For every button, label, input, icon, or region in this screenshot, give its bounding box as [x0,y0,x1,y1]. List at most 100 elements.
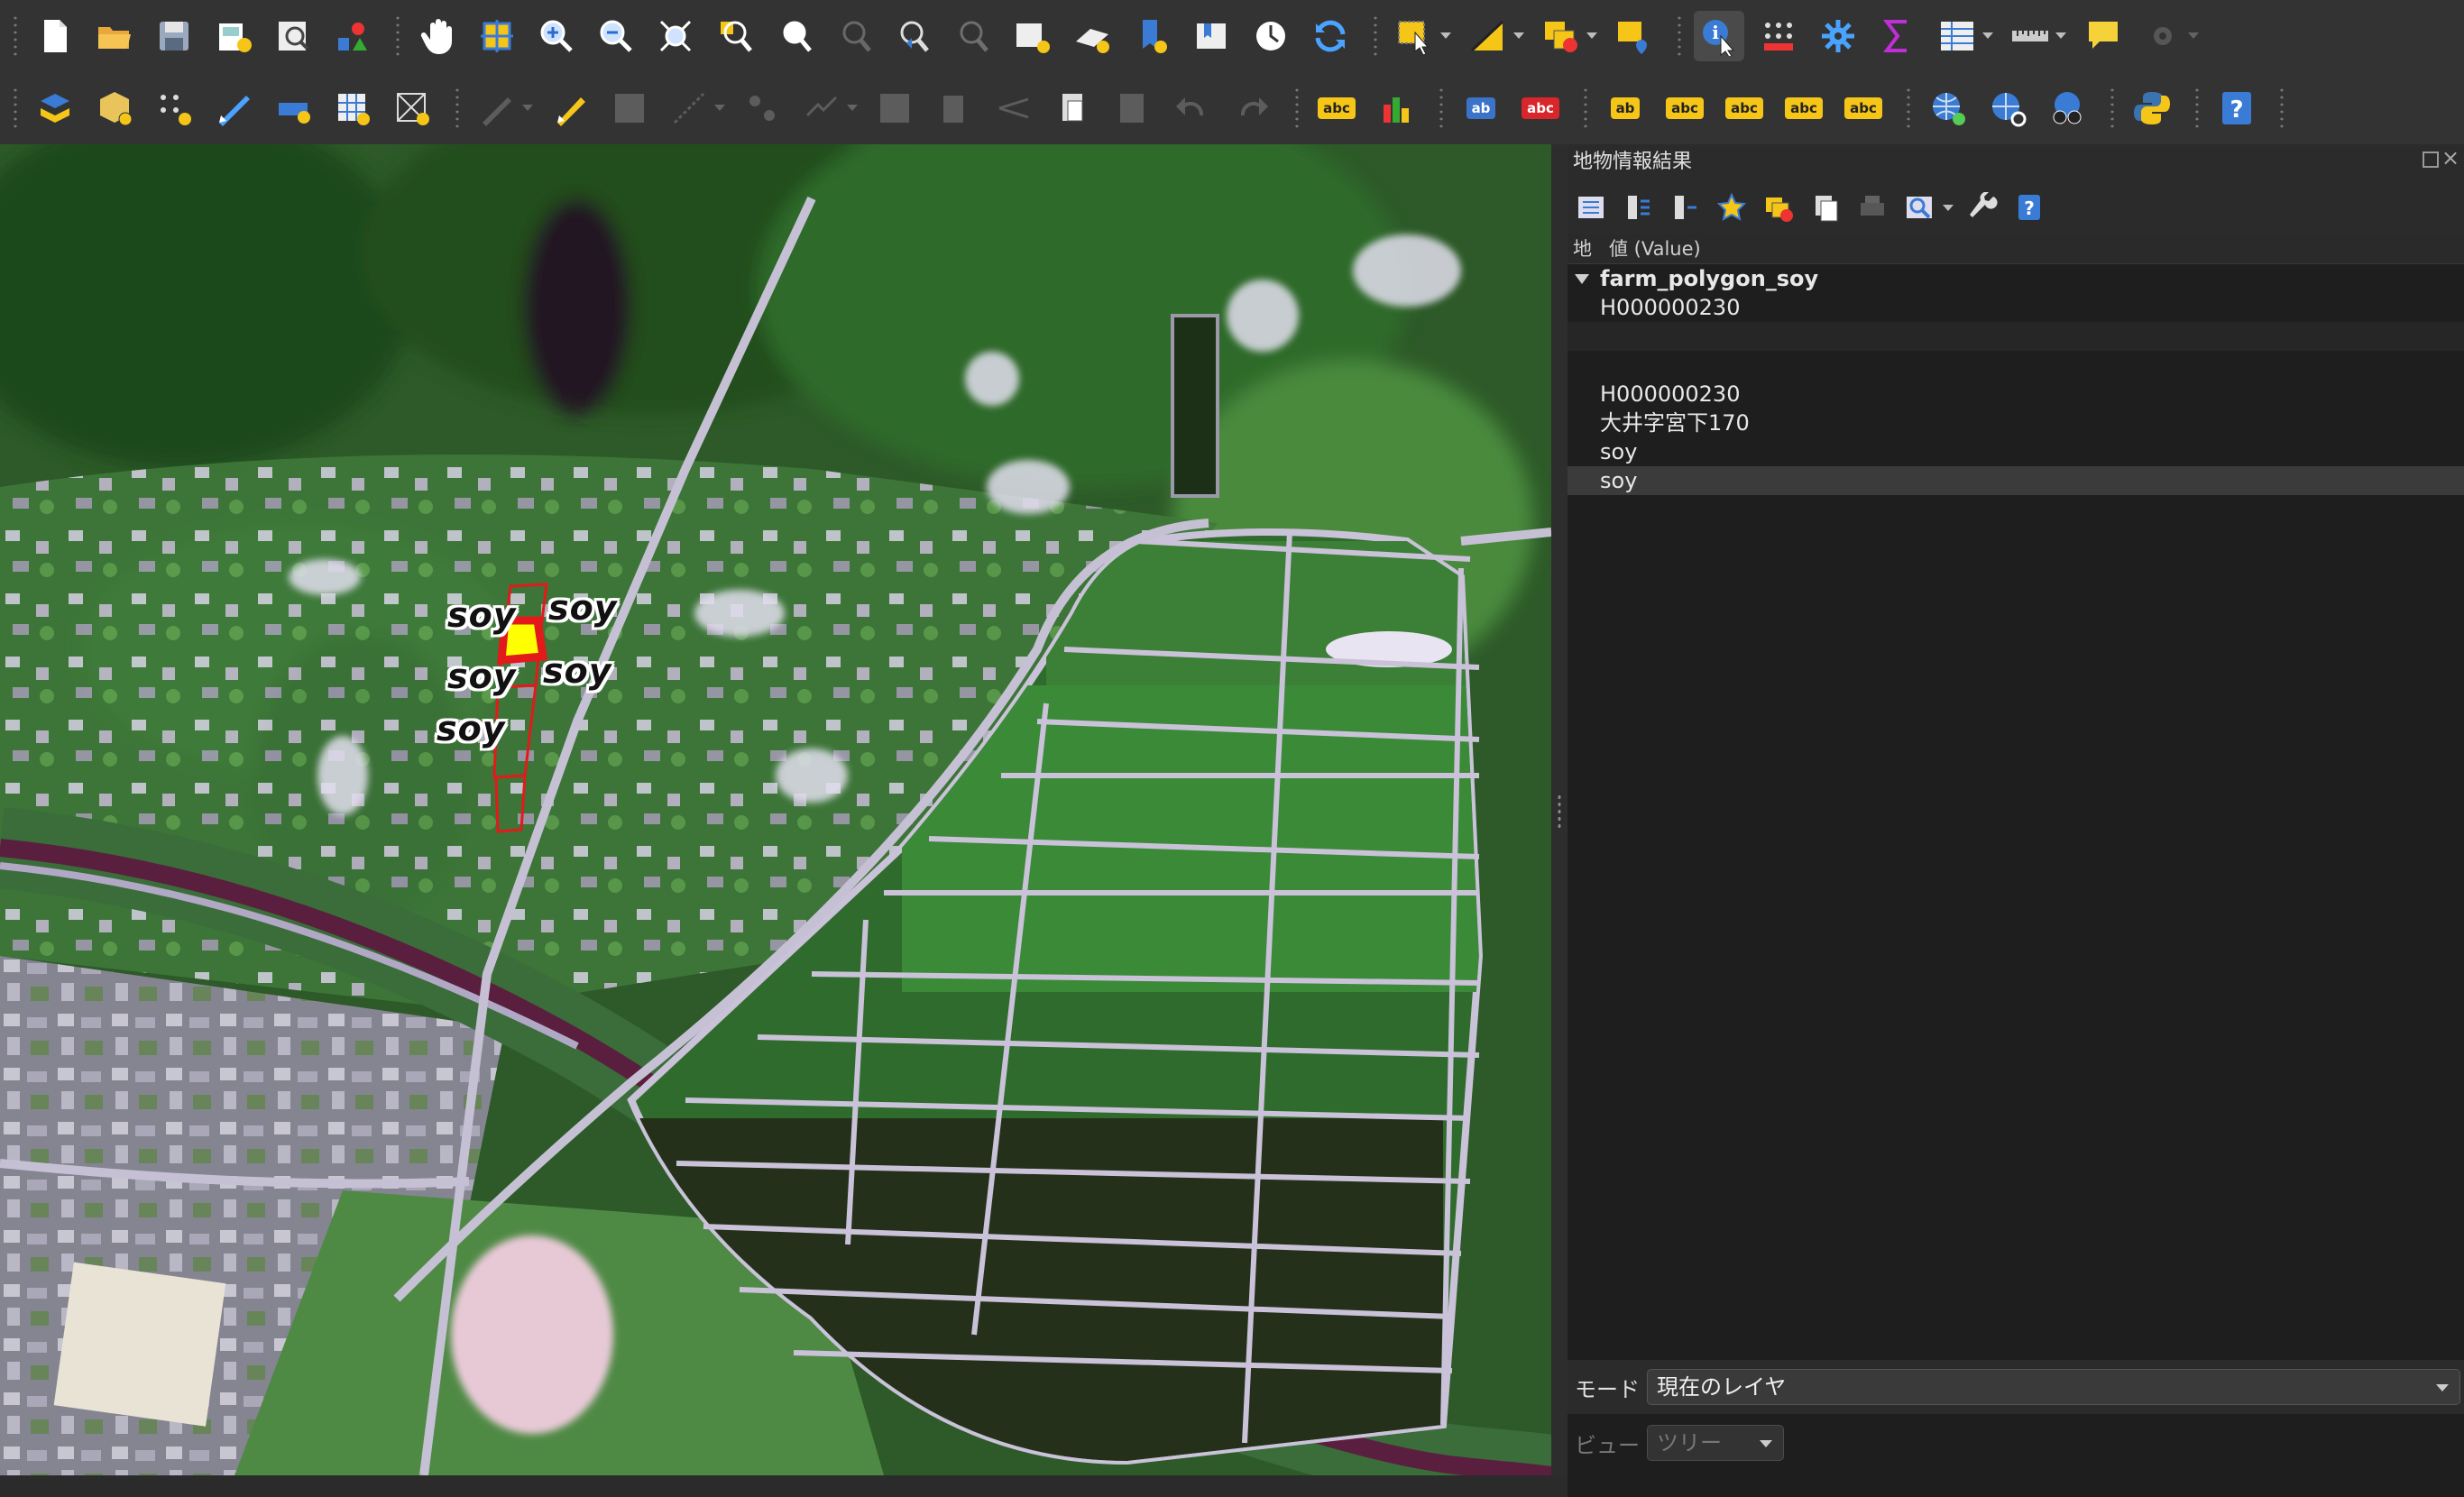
measure-ruler-icon[interactable] [2005,11,2066,61]
add-raster-layer-icon[interactable] [327,83,378,133]
change-label-properties-icon[interactable]: abc [1838,83,1889,133]
new-project-icon[interactable] [30,11,80,61]
deselect-icon[interactable] [1536,11,1597,61]
toolbar-grip[interactable] [2193,87,2202,130]
value-column-header[interactable]: 値 (Value) [1609,234,1701,263]
metasearch-icon[interactable] [2042,83,2092,133]
python-console-icon[interactable] [2127,83,2177,133]
panel-splitter[interactable] [1551,144,1568,1475]
save-project-icon[interactable] [149,11,199,61]
zoom-out-icon[interactable] [591,11,641,61]
chevron-down-icon[interactable] [1575,273,1589,284]
toolbox-gear-icon[interactable] [1813,11,1863,61]
new-3d-view-icon[interactable] [1067,11,1117,61]
zoom-to-layer-icon[interactable] [769,11,820,61]
new-geopackage-layer-icon[interactable] [89,83,140,133]
label-tool-icon[interactable]: abc [1311,83,1362,133]
move-label-icon[interactable]: abc [1660,83,1710,133]
add-mesh-layer-icon[interactable] [387,83,437,133]
result-row[interactable]: soy [1568,437,2464,466]
select-features-icon[interactable] [1390,11,1451,61]
toolbar-grip[interactable] [11,14,20,58]
zoom-full-icon[interactable] [650,11,701,61]
toolbar-grip[interactable] [1371,14,1380,58]
new-print-layout-icon[interactable] [208,11,259,61]
cut-features-icon[interactable] [929,83,979,133]
vertex-tool-icon[interactable] [737,83,787,133]
select-feature-icon[interactable] [1712,188,1751,227]
statistical-summary-icon[interactable] [1872,11,1923,61]
select-by-location-icon[interactable] [1609,11,1660,61]
toolbar-grip[interactable] [1904,87,1913,130]
toolbar-grip[interactable] [2277,87,2286,130]
help-icon[interactable]: ? [2211,83,2262,133]
open-project-icon[interactable] [89,11,140,61]
toolbar-grip[interactable] [1437,87,1446,130]
toolbar-grip[interactable] [393,14,402,58]
wms-layer-icon[interactable] [1923,83,1973,133]
expand-all-icon[interactable] [1618,188,1658,227]
result-row[interactable] [1568,351,2464,380]
zoom-native-icon[interactable] [829,11,879,61]
wfs-layer-icon[interactable] [1982,83,2033,133]
attribute-table-icon[interactable] [1932,11,1993,61]
pan-icon[interactable] [412,11,463,61]
feature-column-header[interactable]: 地 [1573,234,1609,263]
result-row[interactable] [1568,322,2464,351]
result-row[interactable]: H000000230 [1568,380,2464,409]
copy-feature-icon[interactable] [1806,188,1845,227]
refresh-icon[interactable] [1305,11,1356,61]
diagram-tool-icon[interactable] [1371,83,1421,133]
result-row[interactable]: H000000230 [1568,293,2464,322]
add-vector-layer-icon[interactable] [268,83,318,133]
change-label-icon[interactable]: abc [1779,83,1829,133]
redo-icon[interactable] [1227,83,1277,133]
show-hide-labels-icon[interactable]: ab [1600,83,1650,133]
new-map-view-icon[interactable] [1007,11,1058,61]
collapse-all-icon[interactable] [1665,188,1705,227]
zoom-in-icon[interactable] [531,11,582,61]
modify-attributes-icon[interactable] [796,83,858,133]
select-by-expression-icon[interactable] [1463,11,1524,61]
clear-results-icon[interactable] [1759,188,1798,227]
toolbar-grip[interactable] [1675,14,1684,58]
show-bookmarks-icon[interactable] [1186,11,1237,61]
layout-manager-icon[interactable] [268,11,318,61]
copy-features-icon[interactable] [988,83,1039,133]
zoom-last-icon[interactable] [888,11,939,61]
layer-node[interactable]: farm_polygon_soy [1568,264,2464,293]
mode-select[interactable]: 現在のレイヤ [1647,1369,2460,1405]
float-panel-icon[interactable] [2423,152,2439,168]
results-tree[interactable]: 地 値 (Value) farm_polygon_soy H000000230 … [1568,234,2464,1497]
expand-tree-icon[interactable] [1571,188,1611,227]
map-canvas[interactable]: soy soy soy soy soy [0,144,1551,1475]
style-manager-icon[interactable] [327,11,378,61]
toolbar-grip[interactable] [2108,87,2117,130]
print-icon[interactable] [1853,188,1892,227]
rotate-label-icon[interactable]: abc [1719,83,1770,133]
result-row[interactable]: 大井字宮下170 [1568,409,2464,437]
result-row-selected[interactable]: soy [1568,466,2464,495]
settings-gear-icon[interactable] [2138,11,2199,61]
identify-features-icon[interactable]: i [1694,11,1744,61]
toolbar-grip[interactable] [1581,87,1590,130]
clipboard-icon[interactable] [1108,83,1158,133]
delete-selected-icon[interactable] [869,83,920,133]
new-bookmark-icon[interactable] [1126,11,1177,61]
data-source-manager-icon[interactable] [30,83,80,133]
close-panel-icon[interactable]: × [2441,147,2460,169]
save-edits-icon[interactable] [604,83,655,133]
temporal-controller-icon[interactable] [1246,11,1296,61]
toolbar-grip[interactable] [11,87,20,130]
pin-labels-icon[interactable]: ab [1456,83,1506,133]
open-attribute-table-stats-icon[interactable] [1753,11,1804,61]
new-scratch-layer-icon[interactable] [149,83,199,133]
digitize-icon[interactable] [208,83,259,133]
splitter-grip[interactable] [1557,794,1562,830]
undo-icon[interactable] [1167,83,1218,133]
toggle-editing-icon[interactable] [545,83,595,133]
identify-settings-icon[interactable] [1899,188,1954,227]
toolbar-grip[interactable] [453,87,462,130]
map-tips-icon[interactable] [2078,11,2128,61]
highlight-pinned-labels-icon[interactable]: abc [1515,83,1566,133]
